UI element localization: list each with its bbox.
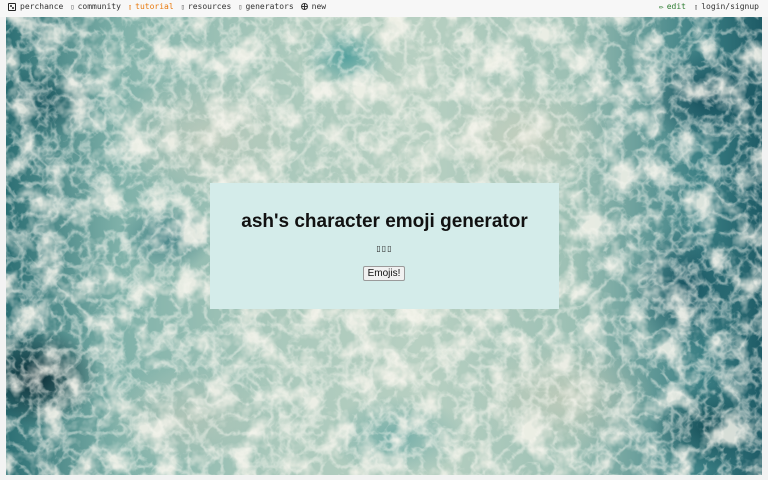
user-icon: ▯ [693,2,699,11]
emoji-output: ▯▯▯ [376,244,393,253]
nav-generators-link[interactable]: ▯ generators [238,2,293,11]
nav-generators-label: generators [245,2,294,11]
generator-title: ash's character emoji generator [241,211,528,232]
dice-icon [8,2,16,11]
book-icon: ▯ [127,2,133,11]
chat-icon: ▯ [70,2,75,11]
generator-card: ash's character emoji generator ▯▯▯ Emoj… [210,183,559,309]
resources-icon: ▯ [180,2,185,11]
nav-right-group: ✏ edit ▯ login/signup [651,2,759,11]
nav-tutorial-label: tutorial [135,2,174,11]
emojis-button[interactable]: Emojis! [363,266,405,281]
nav-perchance-link[interactable]: perchance [8,2,63,11]
nav-resources-label: resources [187,2,232,11]
pencil-icon: ✏ [658,2,664,11]
nav-community-label: community [77,2,121,11]
nav-edit-label: edit [666,2,686,11]
nav-perchance-label: perchance [20,2,64,11]
nav-community-link[interactable]: ▯ community [70,2,121,11]
nav-edit-link[interactable]: ✏ edit [659,2,686,11]
nav-resources-link[interactable]: ▯ resources [181,2,232,11]
nav-login-label: login/signup [701,2,759,11]
top-nav-bar: perchance ▯ community ▯ tutorial ▯ resou… [0,0,768,17]
plus-circle-icon [300,3,308,10]
generators-icon: ▯ [238,2,243,11]
nav-login-link[interactable]: ▯ login/signup [694,2,759,11]
nav-new-label: new [311,2,327,11]
nav-new-link[interactable]: new [300,2,327,11]
nav-left-group: perchance ▯ community ▯ tutorial ▯ resou… [8,2,333,11]
nav-tutorial-link[interactable]: ▯ tutorial [128,2,174,11]
